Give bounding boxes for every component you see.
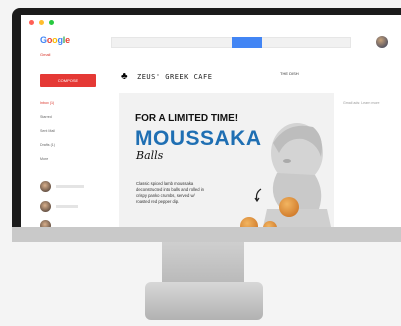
logo-letter: G — [40, 35, 47, 45]
monitor-stand-base — [145, 282, 263, 320]
minimize-window-dot[interactable] — [39, 20, 44, 25]
google-logo[interactable]: Google — [40, 35, 70, 45]
close-window-dot[interactable] — [29, 20, 34, 25]
contact-avatar[interactable] — [40, 220, 51, 227]
banner-description: Classic spiced lamb moussaka deconstruct… — [136, 181, 204, 204]
contact-name-placeholder — [56, 185, 84, 188]
nav-item-starred[interactable]: Starred — [40, 112, 55, 126]
ads-note[interactable]: Gmail ads: Learn more — [343, 101, 380, 105]
monitor-stand-neck — [162, 242, 244, 286]
banner-dish-subtitle: Balls — [136, 149, 164, 162]
email-banner: FOR A LIMITED TIME! MOUSSAKA Balls Class… — [119, 93, 334, 227]
contact-avatar[interactable] — [40, 181, 51, 192]
email-header-right: THE DISH — [280, 71, 299, 76]
cafe-logo-icon: ♣ — [121, 71, 128, 82]
search-button[interactable] — [232, 37, 262, 48]
logo-letter: e — [65, 35, 70, 45]
nav-item-sent[interactable]: Sent Mail — [40, 126, 55, 140]
moussaka-ball-image — [279, 197, 299, 217]
compose-button[interactable]: COMPOSE — [40, 74, 96, 87]
search-input[interactable] — [111, 37, 351, 48]
arrow-icon — [254, 188, 262, 202]
maximize-window-dot[interactable] — [49, 20, 54, 25]
account-avatar[interactable] — [376, 36, 388, 48]
banner-headline: FOR A LIMITED TIME! — [135, 113, 239, 124]
gmail-app-label[interactable]: Gmail — [40, 52, 50, 57]
window-controls — [29, 20, 54, 25]
nav-item-more[interactable]: More — [40, 154, 55, 168]
monitor-screen: Google Gmail COMPOSE Inbox (1) Starred S… — [21, 15, 401, 227]
nav-item-inbox[interactable]: Inbox (1) — [40, 98, 55, 112]
email-sender-title: ZEUS' GREEK CAFE — [137, 73, 213, 81]
contact-avatar[interactable] — [40, 201, 51, 212]
monitor-chin — [12, 227, 401, 242]
nav-item-drafts[interactable]: Drafts (1) — [40, 140, 55, 154]
contact-name-placeholder — [56, 205, 78, 208]
banner-dish-name: MOUSSAKA — [135, 127, 262, 150]
mail-nav: Inbox (1) Starred Sent Mail Drafts (1) M… — [40, 98, 55, 168]
